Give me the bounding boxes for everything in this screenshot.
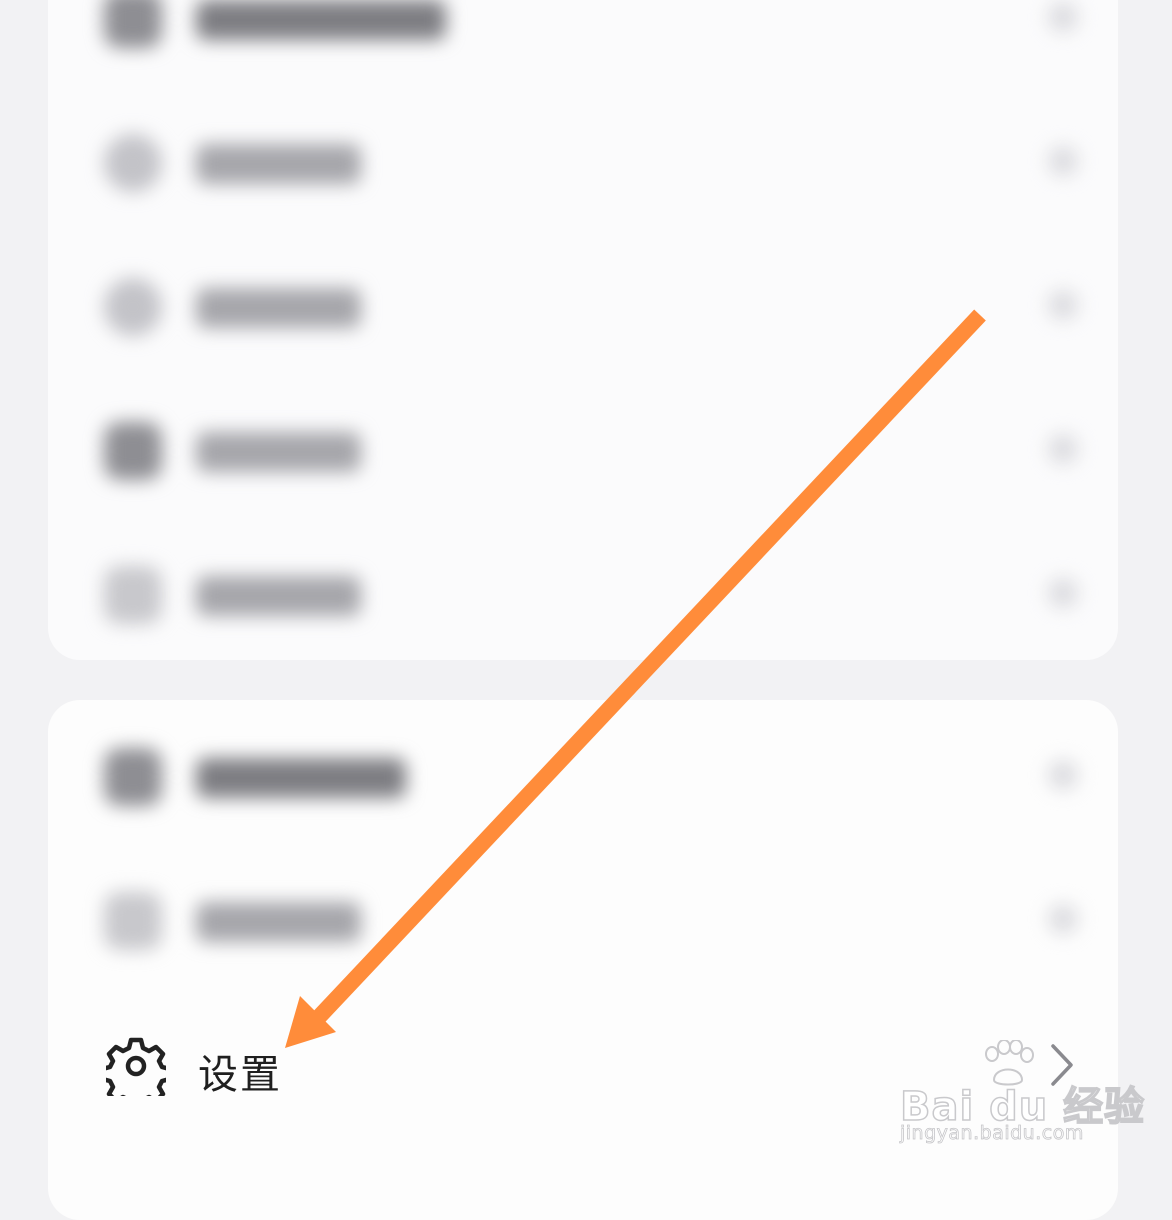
watermark-url: jingyan.baidu.com [900,1122,1084,1145]
baidu-jingyan-watermark: Bai du 经验 jingyan.baidu.com [899,1040,1145,1150]
annotation-arrow [285,309,986,1048]
arrow-shaft [312,309,986,1024]
